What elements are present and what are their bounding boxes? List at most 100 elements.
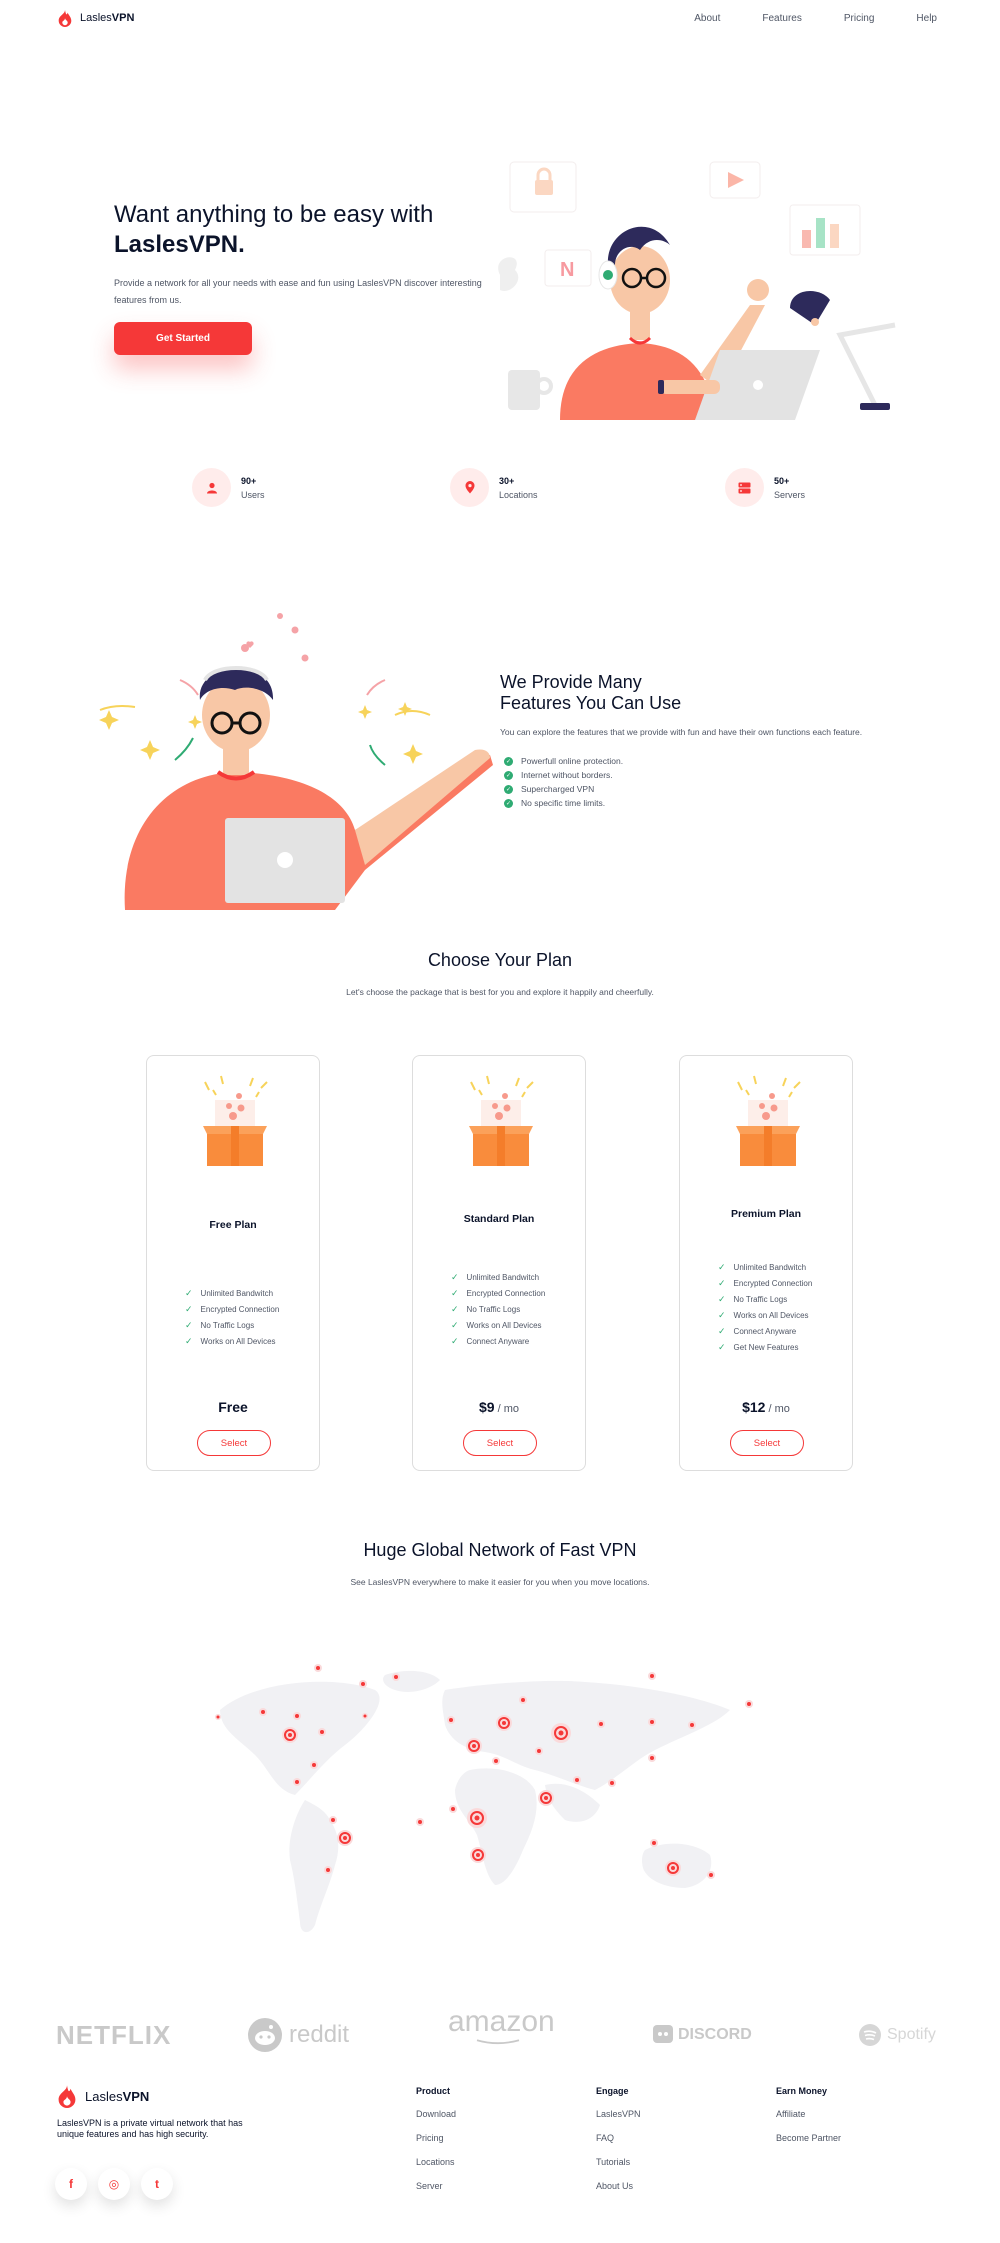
plan-feature-text: Unlimited Bandwitch [200, 1288, 274, 1298]
twitter-icon[interactable]: t [141, 2168, 173, 2200]
nav-pricing[interactable]: Pricing [844, 13, 875, 24]
check-circle-icon: ✓ [504, 784, 513, 794]
stat-locations-number: 30+ [499, 475, 515, 486]
location-pin-icon [450, 468, 489, 507]
flame-logo-icon [58, 9, 72, 27]
list-item: ✓ Unlimited Bandwitch [451, 1269, 545, 1285]
footer-link-tutorials[interactable]: Tutorials [596, 2157, 641, 2181]
features-illustration [99, 613, 493, 910]
plan-price: Free [147, 1399, 319, 1415]
feature-text: Supercharged VPN [521, 784, 595, 794]
list-item: ✓ Get New Features [718, 1339, 812, 1355]
footer-column-product: Product Download Pricing Locations Serve… [416, 2086, 456, 2205]
instagram-icon[interactable]: ◎ [98, 2168, 130, 2200]
nav-about[interactable]: About [694, 13, 720, 24]
brand-logo[interactable]: LaslesVPN [56, 9, 134, 27]
partner-name: reddit [289, 2021, 350, 2048]
plan-feature-text: Works on All Devices [733, 1310, 809, 1320]
partner-name: Spotify [887, 2026, 936, 2043]
nav-links: About Features Pricing Help [652, 13, 937, 24]
list-item: ✓ Connect Anyware [718, 1323, 812, 1339]
check-icon: ✓ [718, 1293, 726, 1304]
footer-link-laslesvpn[interactable]: LaslesVPN [596, 2109, 641, 2133]
list-item: ✓ Works on All Devices [718, 1307, 812, 1323]
svg-text:N: N [560, 259, 574, 281]
list-item: ✓ Works on All Devices [185, 1333, 279, 1349]
facebook-icon[interactable]: f [55, 2168, 87, 2200]
check-icon: ✓ [718, 1261, 726, 1272]
footer-column-heading: Engage [596, 2086, 629, 2096]
footer-link-download[interactable]: Download [416, 2109, 456, 2133]
list-item: ✓ No Traffic Logs [185, 1317, 279, 1333]
stat-locations: 30+ Locations [450, 468, 538, 507]
list-item: ✓ No specific time limits. [504, 796, 623, 810]
plan-feature-text: No Traffic Logs [733, 1294, 788, 1304]
heart-icon [241, 644, 249, 652]
stat-users: 90+ Users [192, 468, 265, 507]
list-item: ✓ Internet without borders. [504, 768, 623, 782]
plan-feature-text: Works on All Devices [200, 1336, 276, 1346]
list-item: ✓ Encrypted Connection [185, 1301, 279, 1317]
coffee-mug [508, 370, 540, 410]
feature-text: No specific time limits. [521, 798, 606, 808]
partner-name: DISCORD [678, 2026, 752, 2043]
footer-brand-logo[interactable]: LaslesVPN [55, 2084, 149, 2108]
list-item: ✓ No Traffic Logs [718, 1291, 812, 1307]
plans-subtitle: Let's choose the package that is best fo… [346, 987, 654, 997]
hero-description: Provide a network for all your needs wit… [114, 278, 482, 305]
list-item: ✓ Connect Anyware [451, 1333, 545, 1349]
footer-link-faq[interactable]: FAQ [596, 2133, 641, 2157]
check-circle-icon: ✓ [504, 798, 513, 808]
nav-features[interactable]: Features [762, 13, 801, 24]
check-icon: ✓ [185, 1335, 193, 1346]
plan-price: $12 / mo [680, 1399, 852, 1415]
brand-name-suffix: VPN [111, 12, 135, 24]
nav-help[interactable]: Help [916, 13, 937, 24]
features-list: ✓ Powerfull online protection. ✓ Internet … [504, 754, 623, 810]
partner-logo-spotify: Spotify [858, 2015, 936, 2055]
desk-lamp [836, 322, 896, 407]
plan-feature-text: Encrypted Connection [466, 1288, 546, 1298]
plan-price: $9 / mo [413, 1399, 585, 1415]
partner-logo-reddit: reddit [247, 2015, 349, 2055]
partner-logo-amazon: amazon [448, 2005, 555, 2045]
hero-title-line1: Want anything to be easy with [114, 201, 434, 228]
stat-locations-label: Locations [499, 489, 538, 500]
check-icon: ✓ [451, 1303, 459, 1314]
select-free-plan-button[interactable]: Select [197, 1430, 271, 1456]
footer-link-about-us[interactable]: About Us [596, 2181, 641, 2205]
plan-feature-text: No Traffic Logs [200, 1320, 255, 1330]
list-item: ✓ No Traffic Logs [451, 1301, 545, 1317]
check-icon: ✓ [185, 1287, 193, 1298]
footer-column-heading: Product [416, 2086, 451, 2096]
footer-column-heading: Earn Money [776, 2086, 828, 2096]
stat-users-number: 90+ [241, 475, 257, 486]
footer-link-become-partner[interactable]: Become Partner [776, 2133, 841, 2157]
hero-title-line2: LaslesVPN. [114, 231, 245, 258]
brand-name-suffix: VPN [122, 2088, 150, 2104]
plan-feature-text: Encrypted Connection [200, 1304, 280, 1314]
check-icon: ✓ [451, 1271, 459, 1282]
select-premium-plan-button[interactable]: Select [730, 1430, 804, 1456]
stat-servers-number: 50+ [774, 475, 790, 486]
check-circle-icon: ✓ [504, 770, 513, 780]
check-icon: ✓ [718, 1325, 726, 1336]
footer-link-affiliate[interactable]: Affiliate [776, 2109, 841, 2133]
features-title: We Provide Many Features You Can Use [500, 672, 800, 714]
footer-link-locations[interactable]: Locations [416, 2157, 456, 2181]
plan-price-period: / mo [494, 1403, 520, 1415]
stat-servers: 50+ Servers [725, 468, 805, 507]
check-icon: ✓ [718, 1309, 726, 1320]
plan-name: Standard Plan [463, 1213, 535, 1225]
plan-feature-text: Encrypted Connection [733, 1278, 813, 1288]
footer-link-pricing[interactable]: Pricing [416, 2133, 456, 2157]
check-icon: ✓ [185, 1303, 193, 1314]
get-started-button[interactable]: Get Started [114, 322, 252, 355]
plan-feature-text: Connect Anyware [733, 1326, 797, 1336]
select-standard-plan-button[interactable]: Select [463, 1430, 537, 1456]
discord-icon [653, 2025, 673, 2043]
world-map [215, 1664, 753, 1933]
plan-price-value: $9 [478, 1399, 495, 1415]
top-nav: LaslesVPN About Features Pricing Help [0, 0, 1000, 38]
footer-link-server[interactable]: Server [416, 2181, 456, 2205]
